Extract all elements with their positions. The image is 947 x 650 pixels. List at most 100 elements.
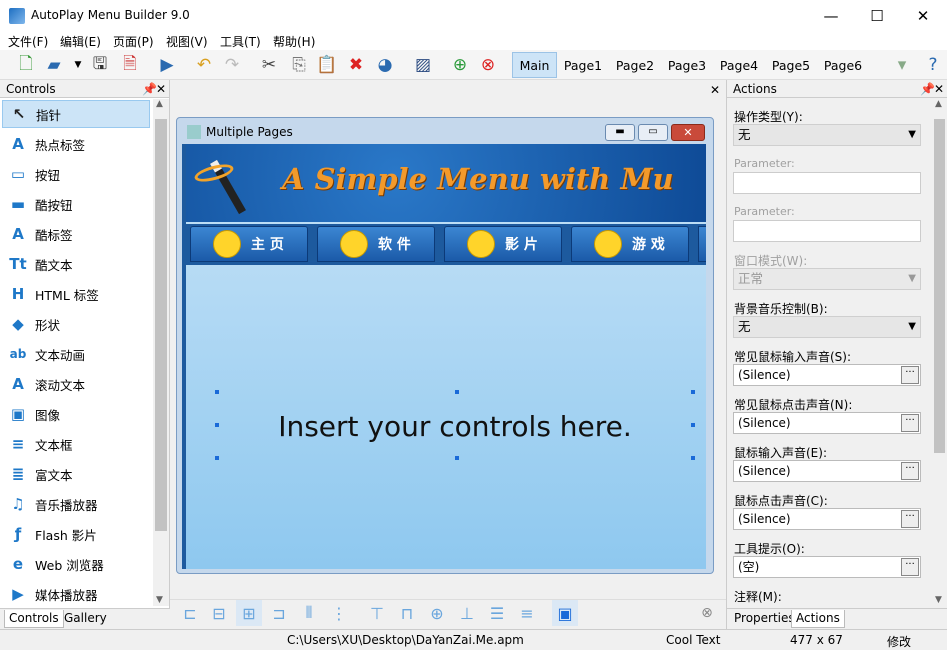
save-icon[interactable]: 🖫 (88, 53, 112, 77)
action-type-select[interactable]: 无 ▼ (733, 124, 921, 146)
common-hover-sound-field[interactable]: (Silence) ··· (733, 364, 921, 386)
canvas-area[interactable]: A Simple Menu with Mu 主 页 软 件 影 片 游 戏 In… (182, 144, 706, 569)
align-top-icon[interactable]: ⊤ (364, 600, 390, 626)
nav-tab-home[interactable]: 主 页 (190, 226, 308, 262)
menu-file[interactable]: 文件(F) (8, 33, 48, 50)
tabs-dropdown-icon[interactable]: ▾ (890, 53, 914, 77)
browse-button[interactable]: ··· (901, 558, 919, 576)
open-project-icon[interactable]: ▰ (42, 53, 66, 77)
menu-page[interactable]: 页面(P) (113, 33, 154, 50)
control-item[interactable]: ƒ Flash 影片 (2, 520, 150, 548)
tab-page1[interactable]: Page1 (561, 52, 605, 78)
align-left-icon[interactable]: ⊏ (177, 600, 203, 626)
design-close-button[interactable]: ✕ (671, 124, 705, 141)
maximize-button[interactable]: ☐ (854, 0, 900, 31)
control-item[interactable]: ◆ 形状 (2, 310, 150, 338)
tab-page3[interactable]: Page3 (665, 52, 709, 78)
scroll-up-icon[interactable]: ▲ (935, 99, 942, 109)
panel-close-icon[interactable]: ✕ (156, 80, 166, 98)
design-maximize-button[interactable]: ▭ (638, 124, 668, 141)
parameter-input-2[interactable] (733, 220, 921, 242)
menu-edit[interactable]: 编辑(E) (60, 33, 101, 50)
panel-close-icon[interactable]: ✕ (934, 80, 944, 98)
menu-help[interactable]: 帮助(H) (273, 33, 315, 50)
distribute-h-icon[interactable]: ⫴ (296, 600, 322, 626)
align-center-v-icon[interactable]: ⊕ (424, 600, 450, 626)
copy-icon[interactable]: ⎘ (287, 53, 311, 77)
window-mode-select[interactable]: 正常 ▼ (733, 268, 921, 290)
scroll-up-icon[interactable]: ▲ (156, 99, 163, 109)
control-item[interactable]: Tt 酷文本 (2, 250, 150, 278)
control-item[interactable]: ▶ 媒体播放器 (2, 580, 150, 608)
distribute-v-icon[interactable]: ☰ (484, 600, 510, 626)
workspace-close-icon[interactable]: ✕ (710, 83, 720, 97)
control-item[interactable]: ↖ 指针 (2, 100, 150, 128)
menu-view[interactable]: 视图(V) (166, 33, 208, 50)
tab-controls[interactable]: Controls (4, 610, 64, 628)
browse-button[interactable]: ··· (901, 366, 919, 384)
control-item[interactable]: A 热点标签 (2, 130, 150, 158)
pin-icon[interactable]: 📌 (142, 80, 157, 98)
placeholder-text[interactable]: Insert your controls here. (217, 394, 693, 458)
help-icon[interactable]: ? (921, 53, 945, 77)
tab-page5[interactable]: Page5 (769, 52, 813, 78)
tooltip-field[interactable]: (空) ··· (733, 556, 921, 578)
control-item[interactable]: ▭ 按钮 (2, 160, 150, 188)
close-button[interactable]: ✕ (900, 0, 946, 31)
menu-tools[interactable]: 工具(T) (220, 33, 261, 50)
browse-button[interactable]: ··· (901, 414, 919, 432)
tab-page4[interactable]: Page4 (717, 52, 761, 78)
scroll-thumb[interactable] (155, 119, 167, 531)
control-item[interactable]: H HTML 标签 (2, 280, 150, 308)
tab-page6[interactable]: Page6 (821, 52, 865, 78)
parameter-input-1[interactable] (733, 172, 921, 194)
bg-music-select[interactable]: 无 ▼ (733, 316, 921, 338)
nav-tab-games[interactable]: 游 戏 (571, 226, 689, 262)
tab-gallery[interactable]: Gallery (60, 610, 111, 628)
align-right-icon[interactable]: ⊐ (266, 600, 292, 626)
scroll-down-icon[interactable]: ▼ (156, 595, 163, 605)
toolbar-close-icon[interactable]: ⊗ (694, 600, 720, 626)
control-item[interactable]: A 滚动文本 (2, 370, 150, 398)
run-icon[interactable]: ▶ (155, 53, 179, 77)
pin-icon[interactable]: 📌 (920, 80, 935, 98)
control-item[interactable]: A 酷标签 (2, 220, 150, 248)
control-item[interactable]: ▣ 图像 (2, 400, 150, 428)
hover-sound-field[interactable]: (Silence) ··· (733, 460, 921, 482)
undo-icon[interactable]: ↶ (192, 53, 216, 77)
close-project-icon[interactable]: 🗎 (118, 53, 142, 77)
nav-tab-software[interactable]: 软 件 (317, 226, 435, 262)
align-center-h-icon[interactable]: ⊟ (206, 600, 232, 626)
tab-actions[interactable]: Actions (791, 610, 845, 628)
new-project-icon[interactable]: 🗋 (14, 53, 38, 77)
click-sound-field[interactable]: (Silence) ··· (733, 508, 921, 530)
tab-main[interactable]: Main (512, 52, 557, 78)
controls-scrollbar[interactable]: ▲ ▼ (153, 99, 169, 606)
cut-icon[interactable]: ✂ (257, 53, 281, 77)
paste-icon[interactable]: 📋 (315, 53, 339, 77)
align-center-icon[interactable]: ⊞ (236, 600, 262, 626)
browse-button[interactable]: ··· (901, 510, 919, 528)
control-item[interactable]: ♫ 音乐播放器 (2, 490, 150, 518)
control-item[interactable]: ab 文本动画 (2, 340, 150, 368)
align-middle-icon[interactable]: ⊓ (394, 600, 420, 626)
space-h-icon[interactable]: ⋮ (326, 600, 352, 626)
nav-tab-movies[interactable]: 影 片 (444, 226, 562, 262)
common-click-sound-field[interactable]: (Silence) ··· (733, 412, 921, 434)
monitor-icon[interactable]: ▣ (552, 600, 578, 626)
design-minimize-button[interactable]: ▬ (605, 124, 635, 141)
control-item[interactable]: ≣ 富文本 (2, 460, 150, 488)
actions-scrollbar[interactable]: ▲ ▼ (932, 99, 947, 606)
browse-button[interactable]: ··· (901, 462, 919, 480)
control-item[interactable]: e Web 浏览器 (2, 550, 150, 578)
tab-properties[interactable]: Properties (731, 610, 798, 628)
tab-page2[interactable]: Page2 (613, 52, 657, 78)
add-page-icon[interactable]: ⊕ (448, 53, 472, 77)
control-item[interactable]: ▬ 酷按钮 (2, 190, 150, 218)
space-v-icon[interactable]: ≡ (514, 600, 540, 626)
redo-icon[interactable]: ↷ (220, 53, 244, 77)
screen-icon[interactable]: ▨ (411, 53, 435, 77)
control-item[interactable]: ≡ 文本框 (2, 430, 150, 458)
open-dropdown-icon[interactable]: ▼ (66, 53, 90, 77)
align-bottom-icon[interactable]: ⊥ (454, 600, 480, 626)
